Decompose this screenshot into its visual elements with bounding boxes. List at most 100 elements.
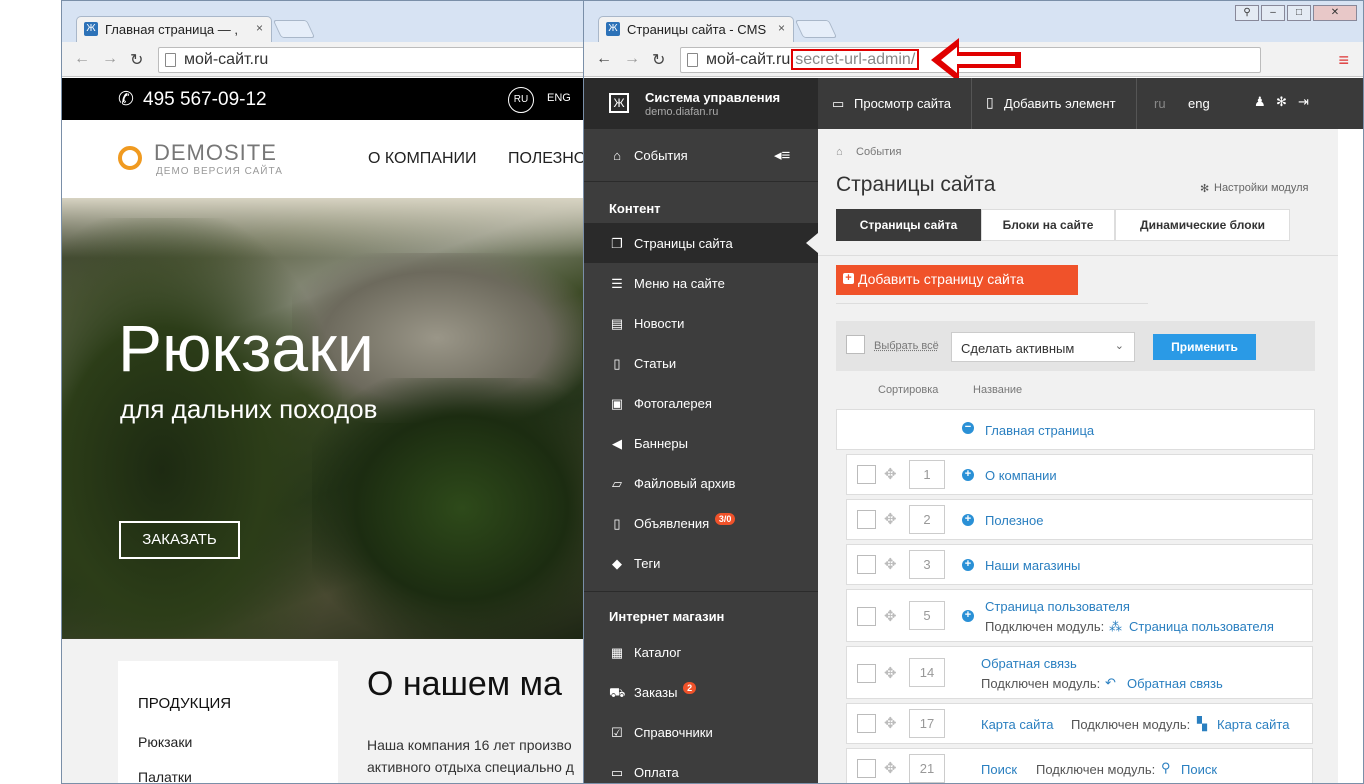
drag-icon[interactable]: ✥: [884, 664, 897, 682]
sidebar-item-gallery[interactable]: ▣ Фотогалерея: [584, 383, 818, 423]
table-row[interactable]: ✥ 14 Обратная связь Подключен модуль: ↶ …: [846, 646, 1313, 699]
page-link[interactable]: Поиск: [981, 762, 1017, 777]
forward-icon[interactable]: →: [624, 50, 640, 68]
table-row[interactable]: ✥ 21 Поиск Подключен модуль: ⚲ Поиск: [846, 748, 1313, 783]
lang-eng-button[interactable]: ENG: [547, 92, 571, 104]
maximize-icon[interactable]: □: [1287, 5, 1311, 21]
sidebar-item-articles[interactable]: ▯ Статьи: [584, 343, 818, 383]
tab-site-pages[interactable]: Страницы сайта: [836, 209, 981, 241]
sort-field[interactable]: 3: [909, 550, 945, 579]
select-all-label[interactable]: Выбрать всё: [874, 340, 939, 352]
row-checkbox[interactable]: [857, 607, 876, 626]
sidebar-item-orders[interactable]: ⛟ Заказы 2: [584, 672, 818, 712]
row-checkbox[interactable]: [857, 555, 876, 574]
sort-field[interactable]: 2: [909, 505, 945, 534]
close-tab-icon[interactable]: ×: [778, 21, 785, 35]
table-row[interactable]: ✥ 5 + Страница пользователя Подключен мо…: [846, 589, 1313, 642]
drag-icon[interactable]: ✥: [884, 607, 897, 625]
lang-eng-link[interactable]: eng: [1188, 96, 1210, 111]
gear-icon[interactable]: ✻: [1276, 94, 1287, 110]
phone-number[interactable]: 495 567-09-12: [143, 89, 267, 111]
tab-site-blocks[interactable]: Блоки на сайте: [981, 209, 1115, 241]
menu-icon[interactable]: ≡: [1338, 50, 1349, 71]
product-link-backpacks[interactable]: Рюкзаки: [138, 734, 192, 750]
tab-home[interactable]: Ж Главная страница — , ×: [76, 16, 272, 43]
user-icon[interactable]: ♟: [1254, 94, 1266, 110]
drag-icon[interactable]: ✥: [884, 714, 897, 732]
row-checkbox[interactable]: [857, 664, 876, 683]
sidebar-item-ads[interactable]: ▯ Объявления 3/0: [584, 503, 818, 543]
page-link[interactable]: О компании: [985, 468, 1057, 483]
sort-field[interactable]: 5: [909, 601, 945, 630]
collapse-menu-icon[interactable]: ◂≡: [774, 146, 790, 164]
tab-cms[interactable]: Ж Страницы сайта - CMS ×: [598, 16, 794, 43]
logout-icon[interactable]: ⇥: [1298, 94, 1309, 110]
table-row-root[interactable]: − Главная страница: [836, 409, 1315, 450]
sidebar-item-menu[interactable]: ☰ Меню на сайте: [584, 263, 818, 303]
module-link[interactable]: Страница пользователя: [1129, 619, 1274, 634]
drag-icon[interactable]: ✥: [884, 465, 897, 483]
sort-field[interactable]: 17: [909, 709, 945, 738]
back-icon[interactable]: ←: [74, 50, 90, 68]
page-link[interactable]: Страница пользователя: [985, 599, 1130, 614]
sidebar-item-pages[interactable]: ❐ Страницы сайта: [584, 223, 818, 263]
sidebar-item-files[interactable]: ▱ Файловый архив: [584, 463, 818, 503]
sidebar-item-tags[interactable]: ◆ Теги: [584, 543, 818, 583]
back-icon[interactable]: ←: [596, 50, 612, 68]
reload-icon[interactable]: ↻: [652, 50, 665, 70]
expand-icon[interactable]: +: [962, 610, 974, 622]
lang-ru-link[interactable]: ru: [1154, 96, 1166, 111]
page-link[interactable]: Полезное: [985, 513, 1043, 528]
page-link-root[interactable]: Главная страница: [985, 423, 1094, 438]
expand-icon[interactable]: +: [962, 469, 974, 481]
drag-icon[interactable]: ✥: [884, 555, 897, 573]
admin-logo[interactable]: Ж Система управления demo.diafan.ru: [584, 78, 818, 129]
address-bar[interactable]: мой-сайт.ru: [158, 47, 583, 73]
lang-ru-button[interactable]: RU: [508, 87, 534, 113]
page-link[interactable]: Карта сайта: [981, 717, 1053, 732]
minimize-icon[interactable]: –: [1261, 5, 1285, 21]
expand-icon[interactable]: +: [962, 559, 974, 571]
module-link[interactable]: Поиск: [1181, 762, 1217, 777]
row-checkbox[interactable]: [857, 465, 876, 484]
sidebar-item-banners[interactable]: ◀ Баннеры: [584, 423, 818, 463]
module-link[interactable]: Обратная связь: [1127, 676, 1223, 691]
row-checkbox[interactable]: [857, 759, 876, 778]
nav-about[interactable]: О КОМПАНИИ: [368, 150, 477, 168]
page-link[interactable]: Обратная связь: [981, 656, 1077, 671]
close-window-icon[interactable]: ✕: [1313, 5, 1357, 21]
nav-useful[interactable]: ПОЛЕЗНО: [508, 150, 583, 168]
product-link-tents[interactable]: Палатки: [138, 769, 192, 783]
module-link[interactable]: Карта сайта: [1217, 717, 1289, 732]
drag-icon[interactable]: ✥: [884, 759, 897, 777]
sidebar-item-payment[interactable]: ▭ Оплата: [584, 752, 818, 783]
reload-icon[interactable]: ↻: [130, 50, 143, 70]
table-row[interactable]: ✥ 17 Карта сайта Подключен модуль: ▚ Кар…: [846, 703, 1313, 744]
sort-field[interactable]: 1: [909, 460, 945, 489]
module-settings-link[interactable]: Настройки модуля: [1214, 182, 1308, 194]
row-checkbox[interactable]: [857, 510, 876, 529]
table-row[interactable]: ✥ 2 + Полезное: [846, 499, 1313, 540]
order-button[interactable]: ЗАКАЗАТЬ: [119, 521, 240, 559]
select-all-checkbox[interactable]: [846, 335, 865, 354]
page-link[interactable]: Наши магазины: [985, 558, 1080, 573]
minus-icon[interactable]: −: [962, 422, 974, 434]
close-tab-icon[interactable]: ×: [256, 21, 263, 35]
breadcrumb[interactable]: События: [856, 146, 901, 158]
table-row[interactable]: ✥ 3 + Наши магазины: [846, 544, 1313, 585]
forward-icon[interactable]: →: [102, 50, 118, 68]
sort-field[interactable]: 21: [909, 754, 945, 783]
drag-icon[interactable]: ✥: [884, 510, 897, 528]
action-select[interactable]: Сделать активным ⌄: [951, 332, 1135, 362]
user-icon[interactable]: ⚲: [1235, 5, 1259, 21]
sidebar-item-news[interactable]: ▤ Новости: [584, 303, 818, 343]
add-page-button[interactable]: + Добавить страницу сайта: [836, 265, 1078, 295]
sidebar-item-catalog[interactable]: ▦ Каталог: [584, 632, 818, 672]
row-checkbox[interactable]: [857, 714, 876, 733]
view-site-link[interactable]: Просмотр сайта: [854, 96, 951, 111]
sidebar-item-events[interactable]: ⌂ События ◂≡: [584, 135, 818, 175]
sort-field[interactable]: 14: [909, 658, 945, 687]
add-element-link[interactable]: Добавить элемент: [1004, 96, 1116, 111]
sidebar-item-references[interactable]: ☑ Справочники: [584, 712, 818, 752]
apply-button[interactable]: Применить: [1153, 334, 1256, 360]
